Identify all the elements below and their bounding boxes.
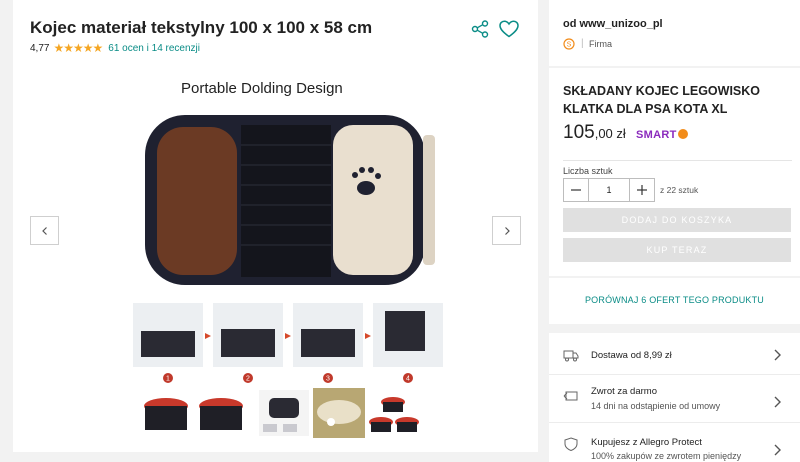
price-main: 105 (563, 122, 595, 143)
info-card: Dostawa od 8,99 zł Zwrot za darmo 14 dni… (549, 333, 800, 462)
price-cents: ,00 zł (594, 126, 626, 141)
returns-title: Zwrot za darmo (591, 386, 657, 397)
step-number: 2 (246, 376, 250, 383)
buy-now-button[interactable]: KUP TERAZ (563, 238, 791, 262)
product-title: Kojec materiał tekstylny 100 x 100 x 58 … (30, 18, 373, 37)
returns-subtitle: 14 dni na odstąpienie od umowy (591, 401, 721, 411)
price: 105,00 zł (563, 122, 626, 144)
shield-hand-icon (564, 437, 578, 451)
rating-row: 4,77 ★★★★★ 61 ocen i 14 recenzji (30, 41, 200, 55)
seller-type: Firma (589, 39, 612, 49)
return-icon (563, 391, 578, 401)
quantity-stepper (563, 178, 655, 202)
increment-button[interactable] (629, 178, 655, 202)
step-number: 3 (326, 376, 330, 383)
decrement-button[interactable] (563, 178, 589, 202)
truck-icon (563, 350, 579, 362)
plus-icon (637, 185, 647, 195)
add-to-cart-button[interactable]: DODAJ DO KOSZYKA (563, 208, 791, 232)
compare-card: PORÓWNAJ 6 OFERT TEGO PRODUKTU (549, 278, 800, 324)
delivery-row[interactable]: Dostawa od 8,99 zł (549, 333, 800, 375)
heart-icon[interactable] (499, 20, 519, 38)
chevron-left-icon (41, 226, 47, 235)
seller-name[interactable]: od www_unizoo_pl (563, 18, 663, 30)
quantity-input[interactable] (589, 178, 629, 202)
rating-stars: ★★★★★ (53, 41, 103, 55)
chevron-right-icon (774, 396, 781, 408)
protect-title: Kupujesz z Allegro Protect (591, 437, 702, 448)
gallery-prev-button[interactable] (30, 216, 59, 245)
chevron-right-icon (504, 226, 510, 235)
quantity-label: Liczba sztuk (563, 166, 613, 176)
compare-offers-link[interactable]: PORÓWNAJ 6 OFERT TEGO PRODUKTU (549, 295, 800, 305)
seller-card: od www_unizoo_pl S | Firma (549, 0, 800, 66)
stock-count: z 22 sztuk (660, 185, 699, 195)
share-icon[interactable] (471, 20, 489, 38)
smart-badge: SMART (636, 129, 688, 141)
thumbnail-4 (313, 388, 365, 438)
reviews-link[interactable]: 61 ocen i 14 recenzji (108, 43, 200, 54)
thumbnail-3 (259, 390, 309, 436)
delivery-text: Dostawa od 8,99 zł (591, 350, 672, 361)
seller-badge-icon: S (563, 38, 575, 50)
buy-card: SKŁADANY KOJEC LEGOWISKO KLATKA DLA PSA … (549, 68, 800, 276)
gallery-next-button[interactable] (492, 216, 521, 245)
protect-row[interactable]: Kupujesz z Allegro Protect 100% zakupów … (549, 425, 800, 462)
thumbnail-5 (369, 390, 421, 436)
thumbnail-1 (141, 390, 191, 436)
rating-score: 4,77 (30, 42, 50, 54)
chevron-right-icon (774, 444, 781, 456)
image-heading: Portable Dolding Design (181, 80, 343, 97)
minus-icon (571, 189, 581, 191)
step-number: 4 (406, 376, 410, 383)
offer-name: SKŁADANY KOJEC LEGOWISKO KLATKA DLA PSA … (563, 84, 761, 116)
thumbnail-strip[interactable] (141, 384, 441, 444)
divider (563, 160, 792, 161)
protect-subtitle: 100% zakupów ze zwrotem pieniędzy (591, 451, 742, 461)
product-gallery-panel: Kojec materiał tekstylny 100 x 100 x 58 … (13, 0, 538, 452)
seller-separator: | (581, 38, 584, 49)
returns-row[interactable]: Zwrot za darmo 14 dni na odstąpienie od … (549, 377, 800, 423)
main-product-image: 1 2 3 4 (133, 115, 443, 383)
thumbnail-2 (196, 390, 246, 436)
smart-pin-icon (677, 129, 688, 139)
step-number: 1 (166, 376, 170, 383)
svg-text:S: S (567, 42, 572, 49)
smart-label: SMART (636, 129, 677, 141)
chevron-right-icon (774, 349, 781, 361)
